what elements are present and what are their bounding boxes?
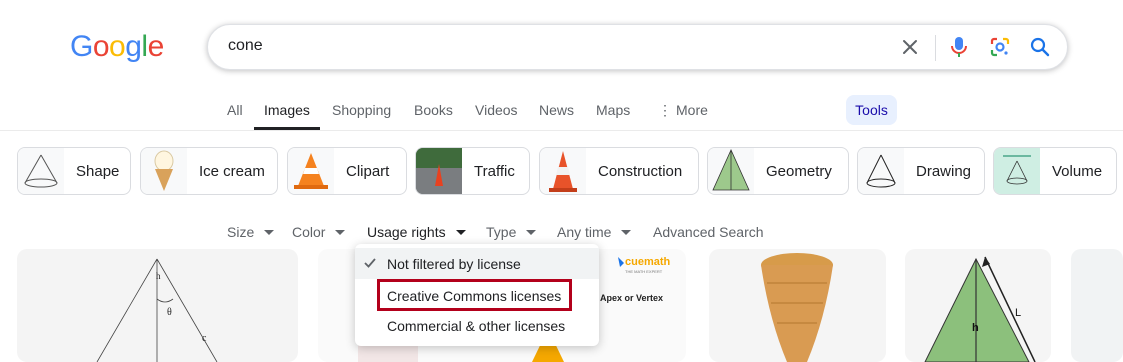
chip-thumbnail — [18, 148, 64, 194]
tab-books[interactable]: Books — [414, 102, 453, 118]
chip-thumbnail — [141, 148, 187, 194]
tab-more[interactable]: ⋮ More — [658, 102, 708, 119]
menu-item-label: Creative Commons licenses — [387, 287, 562, 304]
filter-label: Size — [227, 224, 255, 240]
image-result[interactable] — [709, 249, 886, 362]
filter-label: Usage rights — [367, 224, 446, 240]
chip-ice-cream[interactable]: Ice cream — [140, 147, 278, 195]
search-divider — [935, 35, 936, 61]
tab-news[interactable]: News — [539, 102, 574, 118]
close-icon[interactable] — [896, 33, 924, 61]
image-result[interactable]: h θ c — [17, 249, 298, 362]
advanced-search-link[interactable]: Advanced Search — [653, 224, 764, 240]
filter-label: Color — [292, 224, 326, 240]
search-icon[interactable] — [1026, 33, 1054, 61]
chip-clipart[interactable]: Clipart — [287, 147, 407, 195]
chip-construction[interactable]: Construction — [539, 147, 699, 195]
tab-more-label: More — [676, 102, 708, 118]
tab-maps[interactable]: Maps — [596, 102, 630, 118]
caret-down-icon — [264, 229, 275, 235]
chip-label: Geometry — [766, 162, 832, 180]
filter-time[interactable]: Any time — [557, 224, 632, 240]
chip-label: Clipart — [346, 162, 390, 180]
chip-geometry[interactable]: Geometry — [707, 147, 849, 195]
cuemath-caption: Apex or Vertex — [600, 293, 663, 303]
filter-type[interactable]: Type — [486, 224, 537, 240]
chip-thumbnail — [994, 148, 1040, 194]
filter-size[interactable]: Size — [227, 224, 275, 240]
usage-rights-menu: Not filtered by license Creative Commons… — [355, 244, 599, 346]
chip-thumbnail — [858, 148, 904, 194]
chip-label: Traffic — [474, 162, 515, 180]
caret-down-icon — [455, 229, 466, 235]
more-vert-icon: ⋮ — [658, 102, 672, 118]
google-logo[interactable]: Google — [70, 30, 164, 64]
cuemath-tagline: THE MATH EXPERT — [625, 269, 663, 274]
chip-label: Construction — [598, 162, 683, 180]
diagram-label-c: c — [202, 333, 207, 344]
chip-label: Ice cream — [199, 162, 265, 180]
logo-letter: e — [147, 30, 165, 63]
caret-down-icon — [335, 229, 346, 235]
active-tab-indicator — [254, 127, 320, 130]
menu-item-label: Not filtered by license — [387, 255, 521, 272]
diagram-label-L: L — [1015, 307, 1021, 319]
chip-volume[interactable]: Volume — [993, 147, 1117, 195]
menu-item-label: Commercial & other licenses — [387, 317, 566, 334]
menu-item-commercial[interactable]: Commercial & other licenses — [355, 310, 599, 341]
search-box — [207, 24, 1068, 70]
filter-color[interactable]: Color — [292, 224, 346, 240]
mic-icon[interactable] — [945, 33, 973, 61]
tab-all[interactable]: All — [227, 102, 243, 118]
image-result[interactable]: h L — [905, 249, 1051, 362]
image-result[interactable] — [1071, 249, 1123, 362]
search-input[interactable] — [228, 37, 868, 55]
search-tabs: All Images Shopping Books Videos News Ma… — [0, 90, 1123, 131]
logo-letter: o — [109, 30, 126, 63]
logo-letter: g — [125, 30, 142, 63]
logo-letter: G — [70, 30, 93, 63]
logo-letter: o — [92, 30, 110, 63]
tab-shopping[interactable]: Shopping — [332, 102, 391, 118]
chip-thumbnail — [416, 148, 462, 194]
diagram-label-h: h — [972, 322, 979, 334]
tab-videos[interactable]: Videos — [475, 102, 518, 118]
chip-thumbnail — [540, 148, 586, 194]
chip-thumbnail — [288, 148, 334, 194]
filter-label: Type — [486, 224, 517, 240]
caret-down-icon — [621, 229, 632, 235]
filter-label: Any time — [557, 224, 612, 240]
menu-item-creative-commons[interactable]: Creative Commons licenses — [355, 280, 599, 311]
diagram-label-theta: θ — [167, 307, 172, 318]
chip-label: Shape — [76, 162, 120, 180]
menu-item-not-filtered[interactable]: Not filtered by license — [355, 248, 599, 279]
chip-shape[interactable]: Shape — [17, 147, 131, 195]
caret-down-icon — [526, 229, 537, 235]
filter-usage-rights[interactable]: Usage rights — [367, 224, 466, 240]
chip-label: Drawing — [916, 162, 972, 180]
chip-thumbnail — [708, 148, 754, 194]
chip-traffic[interactable]: Traffic — [415, 147, 530, 195]
lens-icon[interactable] — [986, 33, 1014, 61]
cuemath-brand: cuemath — [625, 256, 671, 268]
chip-label: Volume — [1052, 162, 1103, 180]
diagram-label-h: h — [156, 271, 161, 281]
chip-drawing[interactable]: Drawing — [857, 147, 985, 195]
check-icon — [364, 258, 376, 268]
tab-images[interactable]: Images — [264, 102, 310, 118]
tools-button[interactable]: Tools — [846, 95, 897, 125]
